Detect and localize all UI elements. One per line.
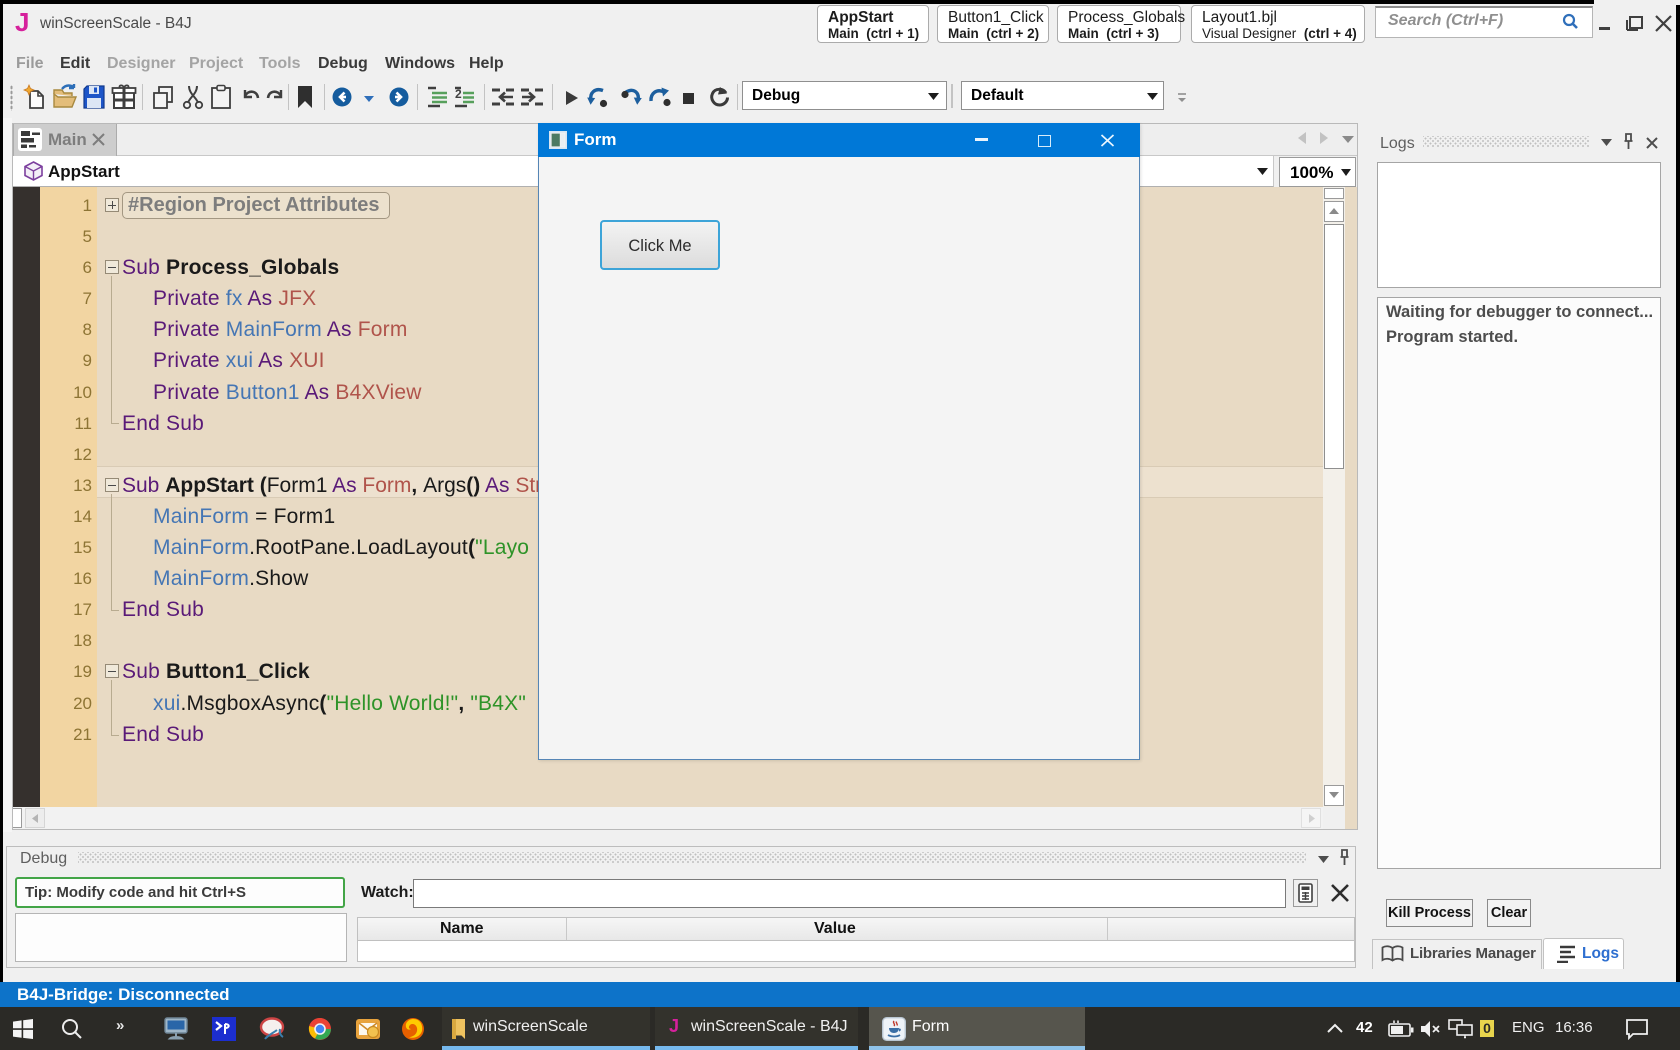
svg-text:2: 2 bbox=[455, 87, 462, 101]
